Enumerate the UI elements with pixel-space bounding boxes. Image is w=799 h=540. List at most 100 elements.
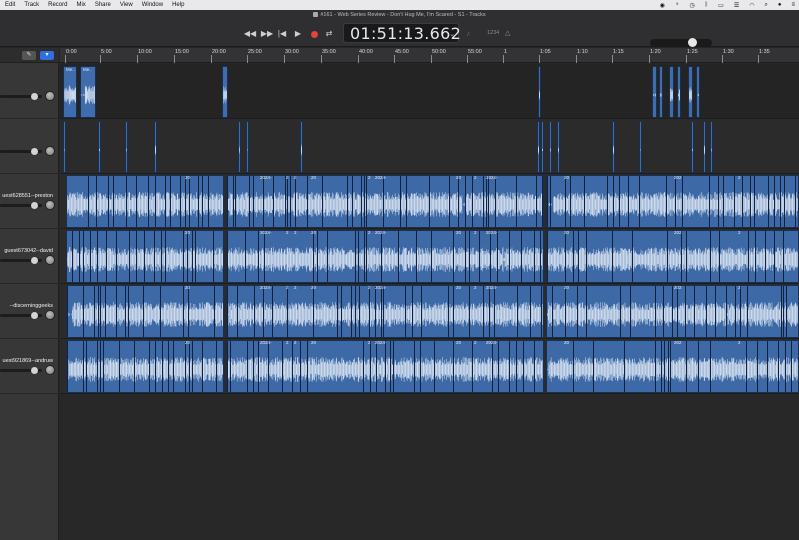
audio-region[interactable] bbox=[226, 175, 544, 228]
record-button[interactable] bbox=[308, 29, 320, 39]
count-in-button[interactable]: 1234 bbox=[487, 30, 499, 36]
play-button[interactable]: ▶ bbox=[292, 29, 304, 39]
volume-knob[interactable] bbox=[31, 148, 38, 155]
audio-region[interactable] bbox=[125, 121, 128, 173]
audio-region[interactable] bbox=[703, 121, 706, 173]
audio-region[interactable] bbox=[66, 230, 224, 283]
audio-region[interactable] bbox=[546, 230, 799, 283]
menu-extras-icon[interactable]: ≡ bbox=[791, 2, 795, 8]
audio-region[interactable] bbox=[557, 121, 560, 173]
audio-region[interactable] bbox=[226, 285, 544, 338]
rewind-button[interactable]: ◀◀ bbox=[244, 29, 256, 39]
audio-region[interactable] bbox=[226, 340, 544, 393]
audio-region[interactable] bbox=[66, 175, 224, 228]
clock-icon[interactable]: ◷ bbox=[689, 2, 694, 9]
audio-region[interactable] bbox=[154, 121, 157, 173]
track-volume-slider[interactable] bbox=[0, 93, 42, 100]
audio-region[interactable] bbox=[541, 121, 544, 173]
pan-knob[interactable] bbox=[45, 310, 55, 320]
microphone-icon[interactable]: ♆ bbox=[675, 2, 680, 8]
tuner-icon[interactable]: ♪ bbox=[466, 29, 470, 38]
audio-region[interactable]: Me.. bbox=[63, 66, 77, 118]
bluetooth-icon[interactable]: ᛒ bbox=[705, 2, 709, 8]
audio-region[interactable] bbox=[688, 66, 693, 118]
track-lane[interactable]: 20 2024- 2 2 20 2 2024- 20 2 2024- 20 202 2 bbox=[60, 284, 799, 339]
track-header[interactable]: uest921869--andruw bbox=[0, 339, 59, 394]
screen-record-icon[interactable]: ◉ bbox=[660, 2, 665, 9]
volume-knob[interactable] bbox=[31, 257, 38, 264]
audio-region[interactable] bbox=[63, 121, 66, 173]
control-center-icon[interactable]: ☰ bbox=[734, 2, 739, 9]
audio-region[interactable]: Me.. bbox=[80, 66, 96, 118]
audio-region[interactable] bbox=[546, 340, 799, 393]
track-volume-slider[interactable] bbox=[0, 202, 42, 209]
menu-mix[interactable]: Mix bbox=[76, 0, 85, 10]
audio-region[interactable] bbox=[300, 121, 303, 173]
track-volume-slider[interactable] bbox=[0, 367, 42, 374]
track-volume-slider[interactable] bbox=[0, 148, 42, 155]
audio-region[interactable] bbox=[677, 66, 681, 118]
menu-edit[interactable]: Edit bbox=[5, 0, 15, 10]
audio-region[interactable] bbox=[246, 121, 249, 173]
audio-region[interactable] bbox=[691, 121, 694, 173]
timeline-ruler[interactable]: 0:00 5:00 10:00 15:00 20:00 25:00 30:00 35:00 40… bbox=[60, 48, 799, 63]
track-header[interactable]: --discerninggeeks bbox=[0, 284, 59, 339]
audio-region[interactable] bbox=[669, 66, 674, 118]
track-lane[interactable]: Me.. Me.. bbox=[60, 64, 799, 119]
audio-region[interactable] bbox=[537, 121, 540, 173]
audio-region[interactable] bbox=[710, 121, 713, 173]
pan-knob[interactable] bbox=[45, 365, 55, 375]
menu-share[interactable]: Share bbox=[95, 0, 111, 10]
chevron-down-icon[interactable]: ⌄ bbox=[449, 30, 455, 38]
track-header[interactable]: uest628551--preston bbox=[0, 174, 59, 229]
pan-knob[interactable] bbox=[45, 146, 55, 156]
track-header[interactable] bbox=[0, 119, 59, 174]
battery-icon[interactable]: ▭ bbox=[718, 2, 724, 9]
cycle-button[interactable]: ⇄ bbox=[323, 29, 335, 39]
track-header[interactable]: guest673042--david bbox=[0, 229, 59, 284]
track-lane[interactable]: 20 2024- 2 2 20 2 2024- 20 2 2024- 20 202 2 bbox=[60, 174, 799, 229]
audio-region[interactable] bbox=[659, 66, 663, 118]
audio-region[interactable] bbox=[66, 285, 224, 338]
audio-region[interactable] bbox=[238, 121, 241, 173]
menu-record[interactable]: Record bbox=[48, 0, 67, 10]
volume-knob[interactable] bbox=[31, 312, 38, 319]
master-volume-knob[interactable] bbox=[688, 38, 697, 47]
search-icon[interactable]: ⌕ bbox=[764, 2, 767, 9]
audio-region[interactable] bbox=[639, 121, 642, 173]
tracks-area[interactable]: 0:00 5:00 10:00 15:00 20:00 25:00 30:00 35:00 40… bbox=[60, 48, 799, 540]
go-to-start-button[interactable]: |◀ bbox=[276, 29, 288, 39]
master-volume-slider[interactable] bbox=[650, 38, 712, 47]
metronome-icon[interactable]: △ bbox=[505, 29, 510, 37]
audio-region[interactable] bbox=[538, 66, 541, 118]
filter-button[interactable]: ▾ bbox=[40, 51, 54, 60]
track-volume-slider[interactable] bbox=[0, 312, 42, 319]
automation-button[interactable]: ✎ bbox=[22, 51, 36, 60]
wifi-icon[interactable]: ◠ bbox=[749, 2, 754, 9]
volume-knob[interactable] bbox=[31, 202, 38, 209]
track-header[interactable] bbox=[0, 64, 59, 119]
audio-region[interactable] bbox=[226, 230, 544, 283]
menu-track[interactable]: Track bbox=[24, 0, 39, 10]
pan-knob[interactable] bbox=[45, 91, 55, 101]
pan-knob[interactable] bbox=[45, 255, 55, 265]
audio-region[interactable] bbox=[612, 121, 615, 173]
pan-knob[interactable] bbox=[45, 200, 55, 210]
audio-region[interactable] bbox=[66, 340, 224, 393]
audio-region[interactable] bbox=[546, 175, 799, 228]
audio-region[interactable] bbox=[222, 66, 228, 118]
track-volume-slider[interactable] bbox=[0, 257, 42, 264]
audio-region[interactable] bbox=[652, 66, 657, 118]
menu-help[interactable]: Help bbox=[172, 0, 184, 10]
track-lane[interactable] bbox=[60, 119, 799, 174]
menu-view[interactable]: View bbox=[120, 0, 133, 10]
track-lane[interactable]: 20 2024- 2 2 20 2 2024- 20 2 2024- 20 202 2 bbox=[60, 229, 799, 284]
audio-region[interactable] bbox=[98, 121, 101, 173]
volume-knob[interactable] bbox=[31, 93, 38, 100]
user-icon[interactable]: ● bbox=[778, 2, 782, 8]
fast-forward-button[interactable]: ▶▶ bbox=[261, 29, 273, 39]
track-lane[interactable]: 20 2024- 2 2 20 2 2024- 20 2 2024- 20 202 2 bbox=[60, 339, 799, 394]
audio-region[interactable] bbox=[696, 66, 700, 118]
audio-region[interactable] bbox=[549, 121, 552, 173]
audio-region[interactable] bbox=[546, 285, 799, 338]
